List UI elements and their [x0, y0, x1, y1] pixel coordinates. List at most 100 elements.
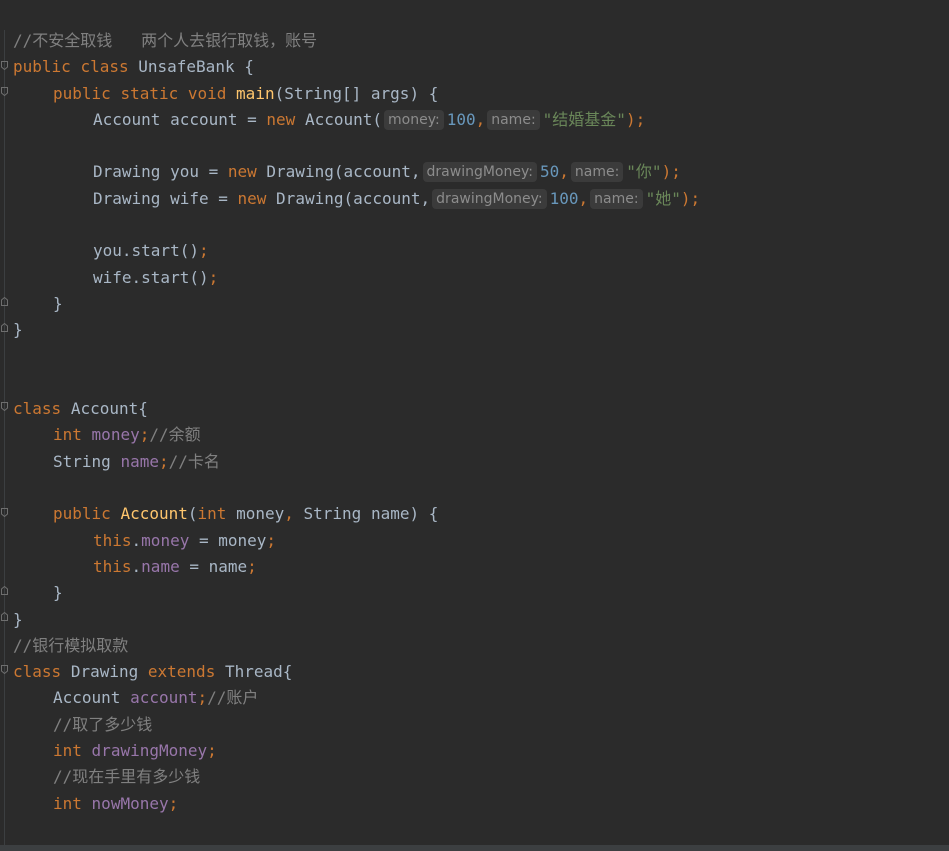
code-text: wife.start()	[93, 267, 209, 287]
type-name: Account	[53, 688, 121, 708]
code-line: int drawingMoney;	[13, 738, 700, 764]
param-name: money	[236, 504, 285, 524]
string-literal: "你"	[626, 162, 662, 182]
keyword: class	[13, 662, 62, 682]
semicolon: ;	[266, 530, 277, 550]
comment: //银行模拟取款	[13, 635, 129, 655]
comment: //现在手里有多少钱	[53, 767, 201, 787]
brace: }	[53, 293, 63, 313]
dot: .	[131, 530, 142, 550]
keyword: static	[120, 83, 179, 103]
code-text: you.start()	[93, 241, 199, 261]
constructor-name: Account	[120, 504, 188, 524]
semicolon: ;	[247, 556, 257, 576]
parameter-hint: money:	[384, 109, 444, 130]
code-line: Drawing you = new Drawing(account, drawin…	[13, 159, 700, 185]
statement-end: );	[680, 188, 701, 208]
comma: ,	[578, 188, 589, 208]
code-line: }	[13, 607, 700, 633]
comma: ,	[559, 162, 569, 182]
method-name: main	[236, 83, 275, 103]
field-name: name	[120, 451, 159, 471]
keyword: this	[93, 530, 132, 550]
fold-marker-icon[interactable]	[1, 508, 8, 517]
code-line: public Account(int money, String name) {	[13, 501, 700, 527]
statement-end: );	[625, 109, 646, 129]
brace: }	[53, 583, 63, 603]
number-literal: 100	[446, 109, 476, 129]
number-literal: 100	[549, 188, 579, 208]
params: String name) {	[303, 504, 439, 524]
field-name: nowMoney	[91, 793, 169, 813]
code-line: this.money = money;	[13, 528, 700, 554]
keyword: int	[197, 504, 227, 524]
semicolon: ;	[158, 451, 169, 471]
code-line: Account account = new Account(money: 100,…	[13, 107, 700, 133]
code-line: }	[13, 317, 700, 343]
comment: //账户	[207, 688, 259, 708]
parent-class: Thread{	[224, 662, 293, 682]
fold-marker-icon[interactable]	[1, 612, 8, 621]
brace: {	[244, 57, 254, 77]
code-line: int money;//余额	[13, 422, 700, 448]
parameter-hint: drawingMoney:	[432, 188, 547, 209]
keyword: new	[266, 109, 296, 129]
string-literal: "结婚基金"	[542, 109, 626, 129]
comment: //取了多少钱	[53, 714, 153, 734]
statement-end: );	[661, 162, 681, 182]
fold-marker-icon[interactable]	[1, 665, 8, 674]
keyword: class	[13, 399, 62, 419]
comma: ,	[475, 109, 486, 129]
keyword: int	[53, 425, 82, 445]
type-name: String	[53, 451, 111, 471]
keyword: this	[93, 556, 132, 576]
dot: .	[131, 556, 142, 576]
paren: (	[187, 504, 198, 524]
brace: }	[13, 609, 23, 629]
keyword: public	[13, 57, 71, 77]
field-name: drawingMoney	[91, 741, 208, 761]
fold-marker-icon[interactable]	[1, 297, 8, 306]
fold-marker-icon[interactable]	[1, 61, 8, 70]
class-name: UnsafeBank	[138, 57, 235, 77]
parameter-hint: name:	[487, 109, 540, 130]
keyword: public	[53, 504, 111, 524]
field-name: name	[141, 556, 180, 576]
semicolon: ;	[139, 425, 150, 445]
constructor-call: Drawing(account,	[266, 162, 421, 182]
comment: //不安全取钱 两个人去银行取钱，账号	[13, 31, 318, 50]
number-literal: 50	[539, 162, 560, 182]
code-line: Drawing wife = new Drawing(account, drawi…	[13, 186, 700, 212]
code-line: //现在手里有多少钱	[13, 764, 700, 790]
semicolon: ;	[197, 688, 208, 708]
code-line: this.name = name;	[13, 554, 700, 580]
params: (String[] args) {	[274, 83, 439, 103]
semicolon: ;	[208, 267, 219, 287]
fold-marker-icon[interactable]	[1, 586, 8, 595]
parameter-hint: name:	[570, 162, 624, 183]
code-area[interactable]: //不安全取钱 两个人去银行取钱，账号 public class UnsafeB…	[13, 28, 700, 817]
fold-marker-icon[interactable]	[1, 402, 8, 411]
fold-marker-icon[interactable]	[1, 87, 8, 96]
code-line: }	[13, 580, 700, 606]
code-line: int nowMoney;	[13, 791, 700, 817]
code-line: public static void main(String[] args) {	[13, 81, 700, 107]
constructor-call: Drawing(account,	[276, 188, 431, 208]
semicolon: ;	[207, 741, 217, 761]
keyword: void	[187, 83, 227, 103]
code-line: class Account{	[13, 396, 700, 422]
parameter-hint: drawingMoney:	[422, 162, 537, 183]
field-name: money	[91, 425, 140, 445]
brace: }	[13, 320, 23, 340]
code-text: Drawing wife =	[93, 188, 238, 208]
code-editor[interactable]: //不安全取钱 两个人去银行取钱，账号 public class UnsafeB…	[0, 0, 949, 845]
code-text: Drawing you =	[93, 162, 228, 182]
fold-marker-icon[interactable]	[1, 323, 8, 332]
code-line: wife.start();	[13, 265, 700, 291]
horizontal-scrollbar[interactable]	[0, 845, 949, 851]
code-line: public class UnsafeBank {	[13, 54, 700, 80]
